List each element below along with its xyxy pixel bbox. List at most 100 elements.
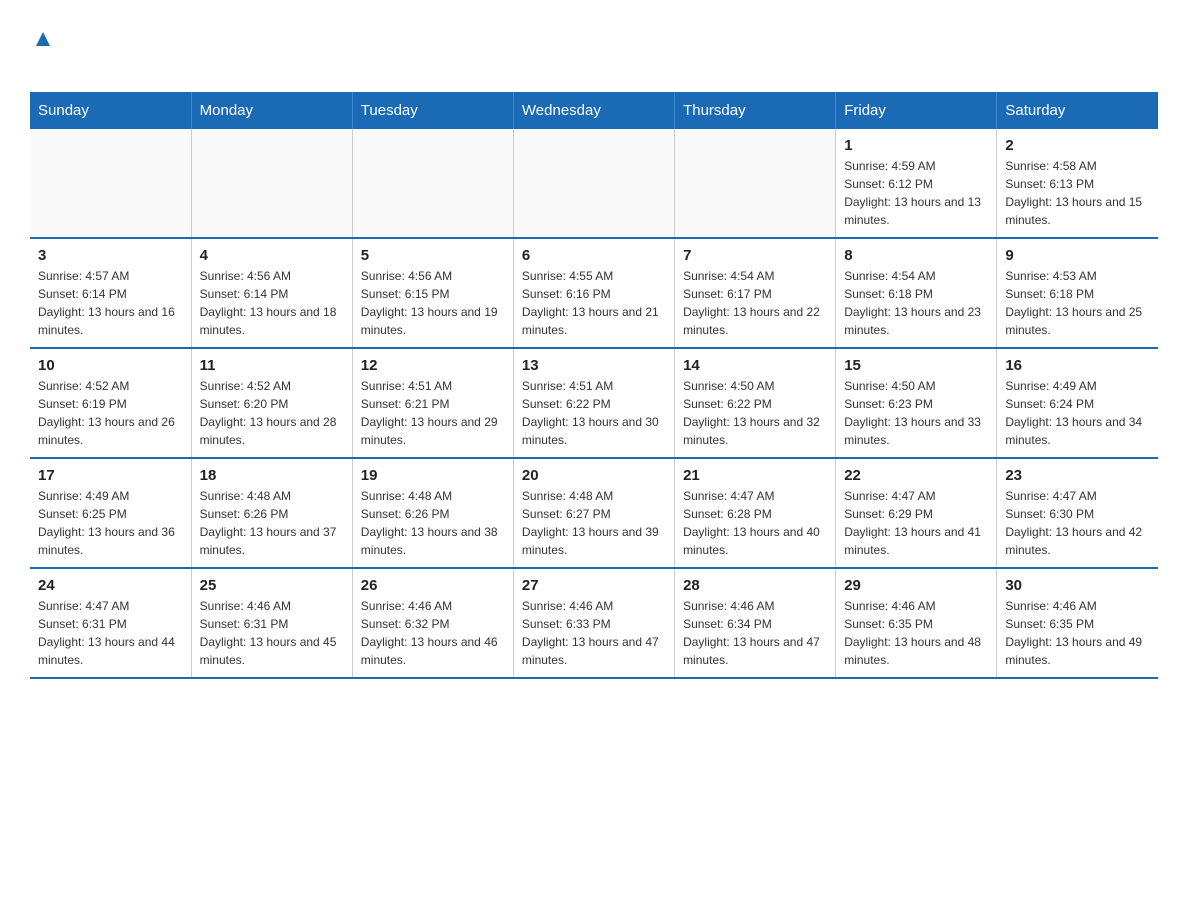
calendar-cell: 3 Sunrise: 4:57 AM Sunset: 6:14 PM Daylig… bbox=[30, 238, 191, 348]
calendar-cell: 30 Sunrise: 4:46 AM Sunset: 6:35 PM Dayli… bbox=[997, 568, 1158, 678]
day-number: 4 bbox=[200, 247, 344, 264]
day-info: Sunrise: 4:46 AM Sunset: 6:35 PM Dayligh… bbox=[844, 597, 988, 669]
header-wednesday: Wednesday bbox=[513, 92, 674, 129]
page-header bbox=[30, 20, 1158, 74]
header-sunday: Sunday bbox=[30, 92, 191, 129]
day-info: Sunrise: 4:46 AM Sunset: 6:32 PM Dayligh… bbox=[361, 597, 505, 669]
day-number: 12 bbox=[361, 357, 505, 374]
calendar-cell: 26 Sunrise: 4:46 AM Sunset: 6:32 PM Dayli… bbox=[352, 568, 513, 678]
day-number: 23 bbox=[1005, 467, 1150, 484]
day-number: 22 bbox=[844, 467, 988, 484]
day-info: Sunrise: 4:51 AM Sunset: 6:22 PM Dayligh… bbox=[522, 377, 666, 449]
day-info: Sunrise: 4:46 AM Sunset: 6:33 PM Dayligh… bbox=[522, 597, 666, 669]
day-number: 13 bbox=[522, 357, 666, 374]
calendar-cell: 1Sunrise: 4:59 AM Sunset: 6:12 PM Daylig… bbox=[836, 129, 997, 238]
day-number: 8 bbox=[844, 247, 988, 264]
calendar-cell: 18 Sunrise: 4:48 AM Sunset: 6:26 PM Dayli… bbox=[191, 458, 352, 568]
calendar-cell: 23 Sunrise: 4:47 AM Sunset: 6:30 PM Dayli… bbox=[997, 458, 1158, 568]
day-info: Sunrise: 4:52 AM Sunset: 6:20 PM Dayligh… bbox=[200, 377, 344, 449]
day-number: 10 bbox=[38, 357, 183, 374]
header-thursday: Thursday bbox=[675, 92, 836, 129]
calendar-body: 1Sunrise: 4:59 AM Sunset: 6:12 PM Daylig… bbox=[30, 129, 1158, 678]
day-info: Sunrise: 4:55 AM Sunset: 6:16 PM Dayligh… bbox=[522, 267, 666, 339]
calendar-cell bbox=[352, 129, 513, 238]
day-info: Sunrise: 4:50 AM Sunset: 6:23 PM Dayligh… bbox=[844, 377, 988, 449]
day-info: Sunrise: 4:49 AM Sunset: 6:25 PM Dayligh… bbox=[38, 487, 183, 559]
calendar-cell: 5 Sunrise: 4:56 AM Sunset: 6:15 PM Daylig… bbox=[352, 238, 513, 348]
day-number: 15 bbox=[844, 357, 988, 374]
day-number: 6 bbox=[522, 247, 666, 264]
calendar-cell: 15 Sunrise: 4:50 AM Sunset: 6:23 PM Dayli… bbox=[836, 348, 997, 458]
day-number: 2 bbox=[1005, 137, 1150, 154]
header-saturday: Saturday bbox=[997, 92, 1158, 129]
day-number: 27 bbox=[522, 577, 666, 594]
calendar-cell: 29 Sunrise: 4:46 AM Sunset: 6:35 PM Dayli… bbox=[836, 568, 997, 678]
day-number: 20 bbox=[522, 467, 666, 484]
logo bbox=[30, 30, 54, 74]
day-number: 30 bbox=[1005, 577, 1150, 594]
calendar-cell: 20 Sunrise: 4:48 AM Sunset: 6:27 PM Dayli… bbox=[513, 458, 674, 568]
calendar-header: Sunday Monday Tuesday Wednesday Thursday… bbox=[30, 92, 1158, 129]
day-info: Sunrise: 4:46 AM Sunset: 6:31 PM Dayligh… bbox=[200, 597, 344, 669]
calendar-cell: 28 Sunrise: 4:46 AM Sunset: 6:34 PM Dayli… bbox=[675, 568, 836, 678]
day-number: 5 bbox=[361, 247, 505, 264]
day-info: Sunrise: 4:47 AM Sunset: 6:31 PM Dayligh… bbox=[38, 597, 183, 669]
day-number: 3 bbox=[38, 247, 183, 264]
day-info: Sunrise: 4:48 AM Sunset: 6:26 PM Dayligh… bbox=[200, 487, 344, 559]
day-info: Sunrise: 4:49 AM Sunset: 6:24 PM Dayligh… bbox=[1005, 377, 1150, 449]
day-info: Sunrise: 4:47 AM Sunset: 6:29 PM Dayligh… bbox=[844, 487, 988, 559]
day-info: Sunrise: 4:56 AM Sunset: 6:15 PM Dayligh… bbox=[361, 267, 505, 339]
header-friday: Friday bbox=[836, 92, 997, 129]
day-number: 26 bbox=[361, 577, 505, 594]
calendar-cell: 17 Sunrise: 4:49 AM Sunset: 6:25 PM Dayli… bbox=[30, 458, 191, 568]
calendar-cell bbox=[191, 129, 352, 238]
day-info: Sunrise: 4:54 AM Sunset: 6:17 PM Dayligh… bbox=[683, 267, 827, 339]
day-number: 9 bbox=[1005, 247, 1150, 264]
calendar-cell: 2 Sunrise: 4:58 AM Sunset: 6:13 PM Daylig… bbox=[997, 129, 1158, 238]
calendar-table: Sunday Monday Tuesday Wednesday Thursday… bbox=[30, 92, 1158, 679]
calendar-cell: 14 Sunrise: 4:50 AM Sunset: 6:22 PM Dayli… bbox=[675, 348, 836, 458]
calendar-cell: 22 Sunrise: 4:47 AM Sunset: 6:29 PM Dayli… bbox=[836, 458, 997, 568]
calendar-cell: 6 Sunrise: 4:55 AM Sunset: 6:16 PM Daylig… bbox=[513, 238, 674, 348]
day-info: Sunrise: 4:54 AM Sunset: 6:18 PM Dayligh… bbox=[844, 267, 988, 339]
day-number: 18 bbox=[200, 467, 344, 484]
logo-triangle-icon bbox=[32, 28, 54, 50]
header-tuesday: Tuesday bbox=[352, 92, 513, 129]
day-info: Sunrise: 4:56 AM Sunset: 6:14 PM Dayligh… bbox=[200, 267, 344, 339]
calendar-cell: 24 Sunrise: 4:47 AM Sunset: 6:31 PM Dayli… bbox=[30, 568, 191, 678]
day-number: 11 bbox=[200, 357, 344, 374]
calendar-cell: 7 Sunrise: 4:54 AM Sunset: 6:17 PM Daylig… bbox=[675, 238, 836, 348]
day-info: Sunrise: 4:50 AM Sunset: 6:22 PM Dayligh… bbox=[683, 377, 827, 449]
calendar-cell: 12Sunrise: 4:51 AM Sunset: 6:21 PM Dayli… bbox=[352, 348, 513, 458]
calendar-cell: 10 Sunrise: 4:52 AM Sunset: 6:19 PM Dayli… bbox=[30, 348, 191, 458]
calendar-cell: 27 Sunrise: 4:46 AM Sunset: 6:33 PM Dayli… bbox=[513, 568, 674, 678]
calendar-cell: 13 Sunrise: 4:51 AM Sunset: 6:22 PM Dayli… bbox=[513, 348, 674, 458]
calendar-cell: 4 Sunrise: 4:56 AM Sunset: 6:14 PM Daylig… bbox=[191, 238, 352, 348]
day-number: 24 bbox=[38, 577, 183, 594]
calendar-cell bbox=[513, 129, 674, 238]
calendar-cell: 8 Sunrise: 4:54 AM Sunset: 6:18 PM Daylig… bbox=[836, 238, 997, 348]
calendar-cell: 11 Sunrise: 4:52 AM Sunset: 6:20 PM Dayli… bbox=[191, 348, 352, 458]
day-number: 28 bbox=[683, 577, 827, 594]
day-info: Sunrise: 4:48 AM Sunset: 6:27 PM Dayligh… bbox=[522, 487, 666, 559]
day-info: Sunrise: 4:46 AM Sunset: 6:35 PM Dayligh… bbox=[1005, 597, 1150, 669]
day-info: Sunrise: 4:57 AM Sunset: 6:14 PM Dayligh… bbox=[38, 267, 183, 339]
day-number: 16 bbox=[1005, 357, 1150, 374]
day-number: 7 bbox=[683, 247, 827, 264]
calendar-cell: 16 Sunrise: 4:49 AM Sunset: 6:24 PM Dayli… bbox=[997, 348, 1158, 458]
calendar-cell: 25 Sunrise: 4:46 AM Sunset: 6:31 PM Dayli… bbox=[191, 568, 352, 678]
day-number: 25 bbox=[200, 577, 344, 594]
day-number: 17 bbox=[38, 467, 183, 484]
day-info: Sunrise: 4:58 AM Sunset: 6:13 PM Dayligh… bbox=[1005, 157, 1150, 229]
calendar-cell: 21 Sunrise: 4:47 AM Sunset: 6:28 PM Dayli… bbox=[675, 458, 836, 568]
day-info: Sunrise: 4:52 AM Sunset: 6:19 PM Dayligh… bbox=[38, 377, 183, 449]
day-info: Sunrise: 4:47 AM Sunset: 6:30 PM Dayligh… bbox=[1005, 487, 1150, 559]
day-number: 21 bbox=[683, 467, 827, 484]
day-number: 14 bbox=[683, 357, 827, 374]
calendar-cell: 9Sunrise: 4:53 AM Sunset: 6:18 PM Daylig… bbox=[997, 238, 1158, 348]
day-number: 29 bbox=[844, 577, 988, 594]
day-info: Sunrise: 4:46 AM Sunset: 6:34 PM Dayligh… bbox=[683, 597, 827, 669]
header-monday: Monday bbox=[191, 92, 352, 129]
day-number: 1 bbox=[844, 137, 988, 154]
day-info: Sunrise: 4:47 AM Sunset: 6:28 PM Dayligh… bbox=[683, 487, 827, 559]
